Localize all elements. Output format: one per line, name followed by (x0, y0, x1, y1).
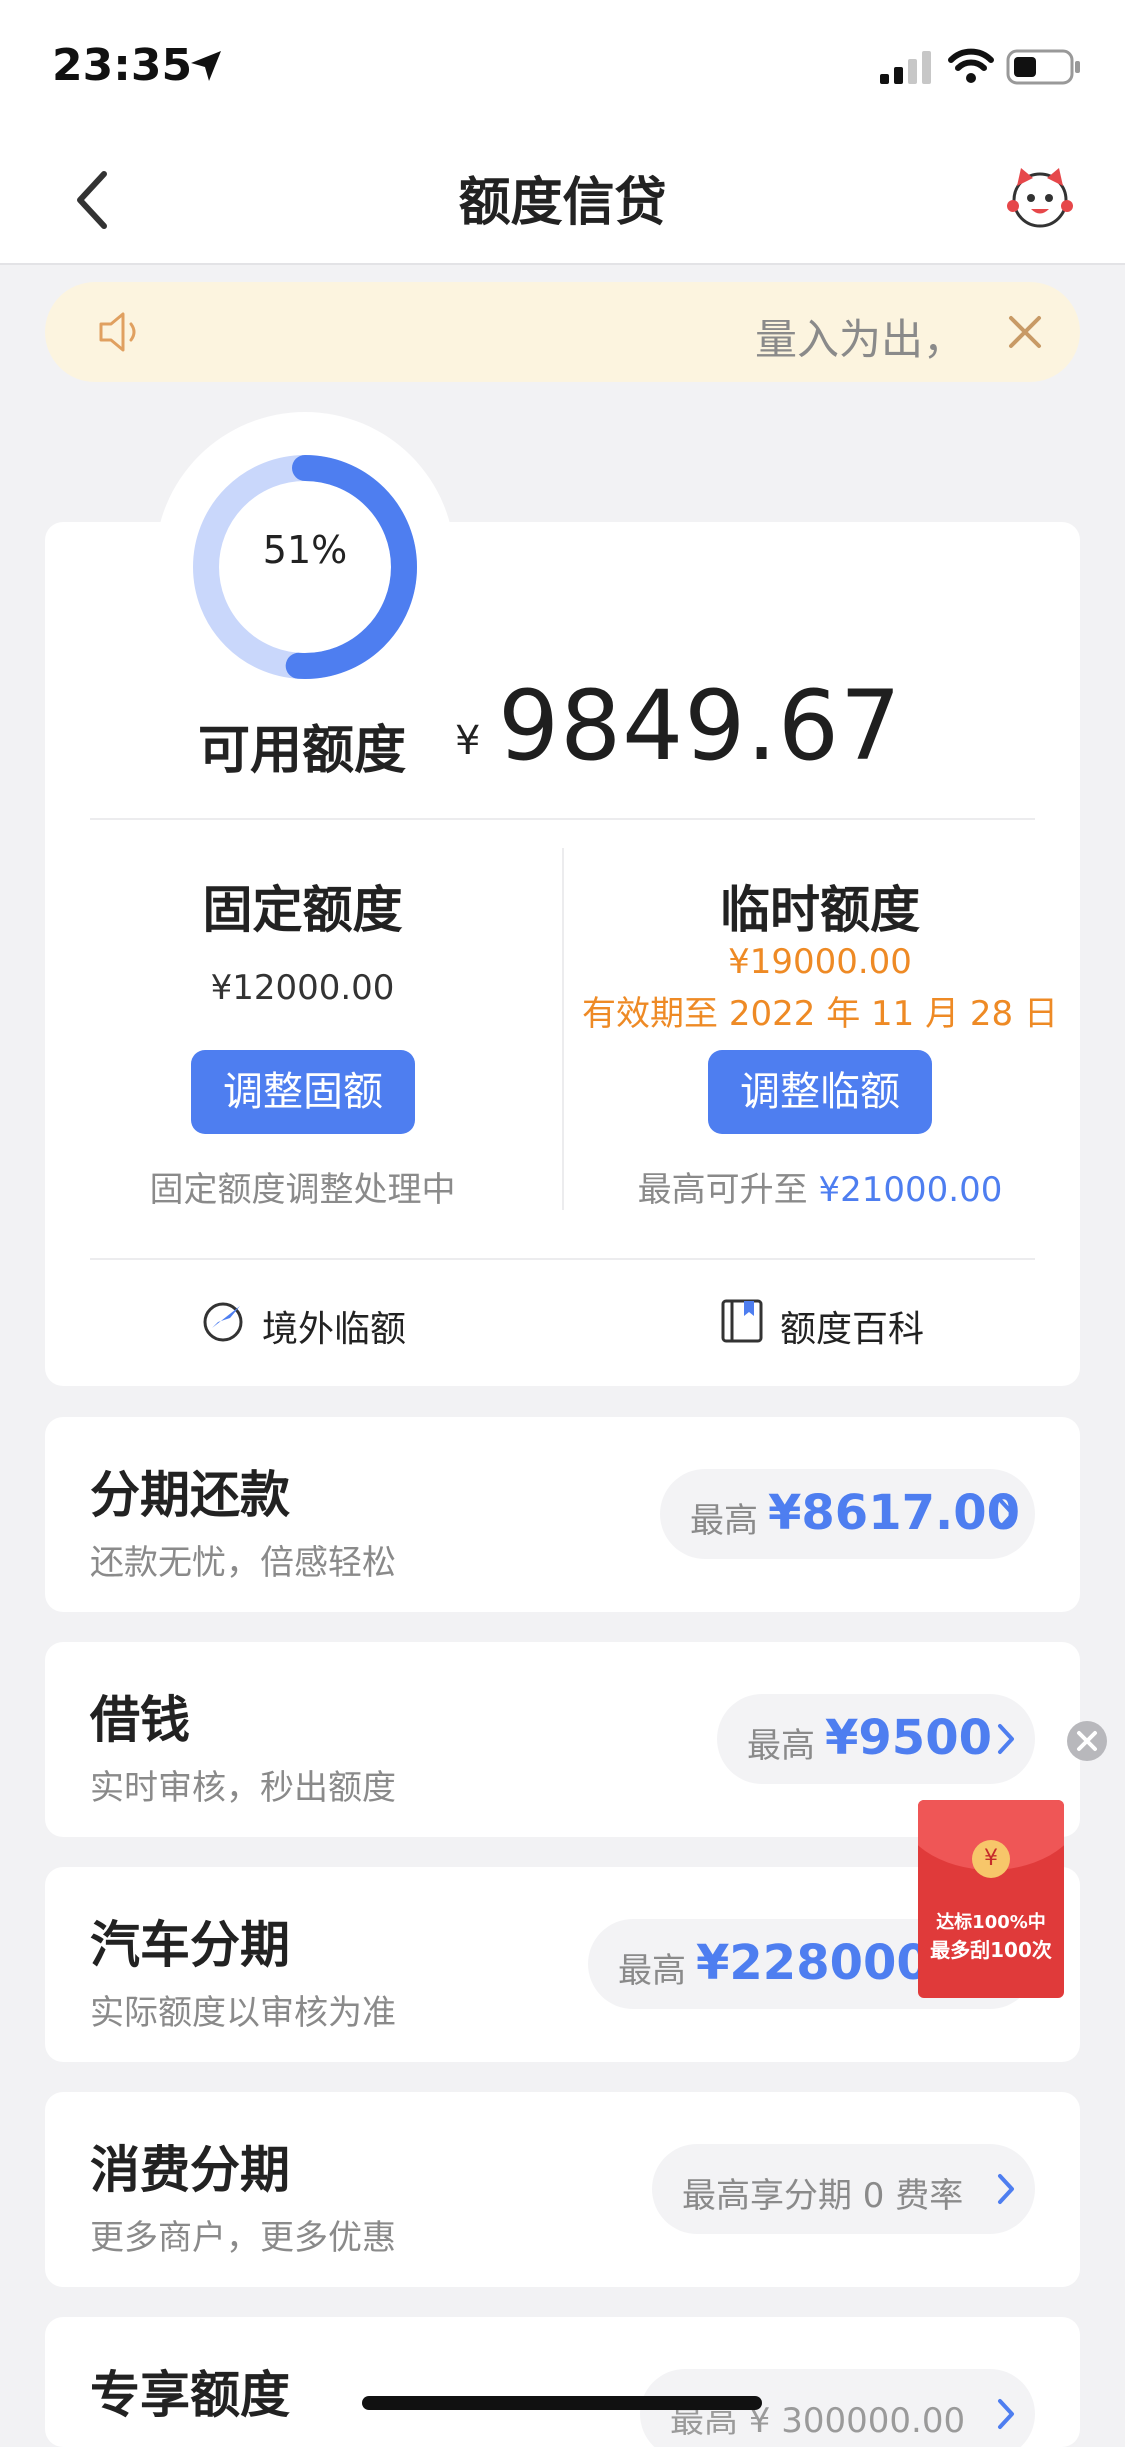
temp-amount: ¥19000.00 (728, 942, 912, 982)
divider (90, 1258, 1035, 1260)
pill-prefix: 最高 (618, 1951, 686, 1991)
available-currency: ¥ (455, 718, 481, 764)
wiki-label: 额度百科 (780, 1309, 925, 1350)
product-pill[interactable]: 最高 ¥8617.00 (660, 1469, 1035, 1559)
page-title: 额度信贷 (458, 173, 667, 233)
pill-prefix: 最高 (690, 1501, 758, 1541)
available-value: 9849.67 (498, 670, 902, 782)
product-title: 专享额度 (90, 2366, 290, 2424)
chevron-right-icon (998, 1724, 1014, 1754)
pill-prefix: 最高 (747, 1726, 815, 1766)
product-title: 汽车分期 (90, 1916, 290, 1974)
signal-icon (880, 51, 931, 84)
chevron-right-icon (998, 2174, 1014, 2204)
fixed-amount: ¥12000.00 (210, 968, 395, 1008)
product-card-consumer[interactable]: 消费分期 更多商户，更多优惠 最高享分期 0 费率 (45, 2092, 1080, 2287)
temp-max-prefix: 最高可升至 (637, 1170, 808, 1210)
notice-text: 量入为出， (754, 315, 965, 364)
product-title: 借钱 (90, 1691, 190, 1749)
available-label: 可用额度 (198, 721, 407, 781)
product-title: 分期还款 (90, 1466, 290, 1524)
battery-icon (1006, 49, 1080, 85)
status-time: 23:35 (52, 40, 193, 91)
overseas-label: 境外临额 (262, 1309, 407, 1350)
red-packet-line2: 最多刮100次 (930, 1938, 1052, 1962)
globe-plane-icon (203, 1302, 243, 1342)
book-icon (721, 1299, 763, 1343)
chevron-right-icon (998, 2399, 1014, 2429)
mascot-avatar-icon[interactable] (1005, 162, 1075, 232)
notice-bar[interactable]: 量入为出， (45, 282, 1080, 382)
pill-value: ¥8617.00 (768, 1485, 1021, 1541)
product-pill[interactable]: 最高享分期 0 费率 (652, 2144, 1035, 2234)
pill-value: ¥9500 (825, 1710, 992, 1766)
temp-max-value: ¥21000.00 (818, 1170, 1003, 1210)
product-subtitle: 更多商户，更多优惠 (90, 2218, 396, 2258)
speaker-icon (99, 312, 136, 352)
fixed-status: 固定额度调整处理中 (149, 1170, 456, 1210)
red-packet-widget[interactable]: ¥ 达标100%中 最多刮100次 (918, 1800, 1064, 1998)
close-icon[interactable] (1066, 1720, 1108, 1762)
wifi-icon (948, 48, 994, 83)
status-bar: 23:35 (0, 0, 1125, 130)
nav-bar: 额度信贷 (0, 130, 1125, 265)
pill-prefix: 最高享分期 0 费率 (682, 2176, 964, 2216)
temp-validity: 有效期至 2022 年 11 月 28 日 (582, 994, 1058, 1034)
chevron-right-icon (999, 1499, 1015, 1529)
temp-title: 临时额度 (720, 881, 920, 939)
adjust-fixed-button[interactable]: 调整固额 (191, 1050, 415, 1134)
product-card-exclusive[interactable]: 专享额度 最高 ¥ 300000.00 (45, 2317, 1080, 2447)
home-indicator (362, 2396, 762, 2410)
divider (90, 818, 1035, 820)
usage-percent: 51% (262, 528, 348, 572)
product-subtitle: 实际额度以审核为准 (90, 1993, 396, 2033)
product-subtitle: 实时审核，秒出额度 (90, 1768, 396, 1808)
temp-max: 最高可升至 ¥21000.00 (600, 1162, 1040, 1211)
adjust-temp-button[interactable]: 调整临额 (708, 1050, 932, 1134)
red-packet-line1: 达标100%中 (936, 1912, 1046, 1933)
red-packet-coin: ¥ (972, 1840, 1010, 1878)
product-pill[interactable]: 最高 ¥9500 (717, 1694, 1035, 1784)
fixed-title: 固定额度 (202, 881, 403, 939)
close-icon[interactable] (1007, 314, 1043, 350)
product-title: 消费分期 (90, 2141, 290, 2199)
product-card-installment[interactable]: 分期还款 还款无忧，倍感轻松 最高 ¥8617.00 (45, 1417, 1080, 1612)
location-arrow-icon (191, 51, 221, 81)
product-subtitle: 还款无忧，倍感轻松 (90, 1543, 396, 1583)
